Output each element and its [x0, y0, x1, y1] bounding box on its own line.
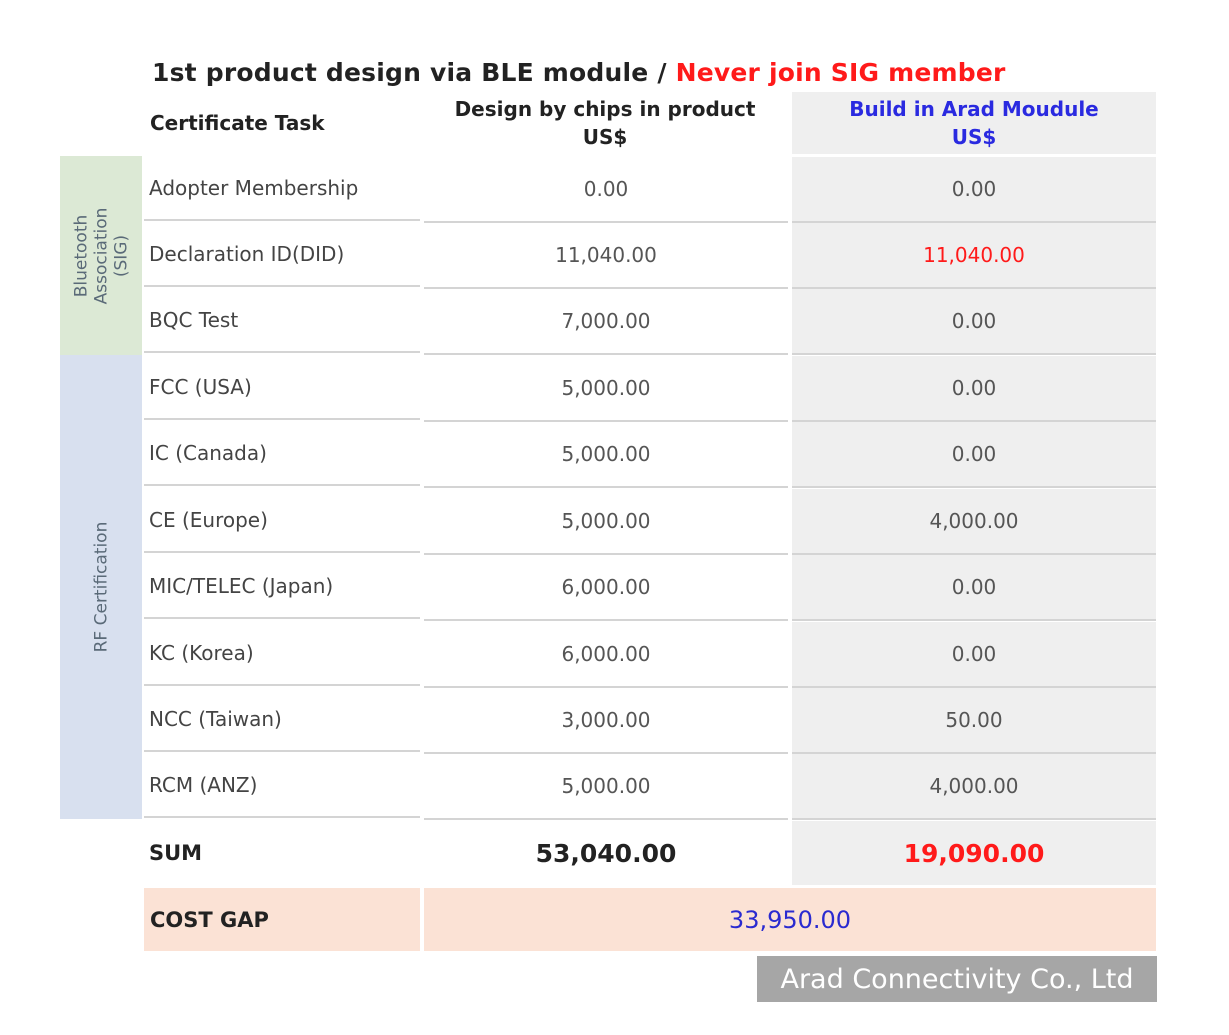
header-arad-label: Build in Arad Moudule — [849, 97, 1099, 121]
group-bluetooth-sig: Bluetooth Association (SIG) — [60, 156, 142, 355]
table-row: IC (Canada) 5,000.00 0.00 — [144, 422, 1156, 488]
arad-cost-cell: 0.00 — [792, 157, 1156, 223]
table-row: MIC/TELEC (Japan) 6,000.00 0.00 — [144, 555, 1156, 621]
group-rf-label: RF Certification — [91, 521, 111, 653]
title-main: 1st product design via BLE module — [152, 58, 649, 87]
arad-cost-cell: 4,000.00 — [792, 489, 1156, 555]
chip-cost-cell: 5,000.00 — [424, 754, 788, 820]
cost-gap-value: 33,950.00 — [424, 888, 1156, 951]
arad-cost-cell: 0.00 — [792, 356, 1156, 422]
table-row: RCM (ANZ) 5,000.00 4,000.00 — [144, 754, 1156, 820]
task-cell: KC (Korea) — [144, 622, 420, 686]
page-title: 1st product design via BLE module / Neve… — [152, 58, 1006, 87]
chip-cost-cell: 11,040.00 — [424, 223, 788, 289]
table-row: KC (Korea) 6,000.00 0.00 — [144, 622, 1156, 688]
sum-row: SUM 53,040.00 19,090.00 — [144, 821, 1156, 887]
chip-cost-cell: 5,000.00 — [424, 489, 788, 555]
task-cell: CE (Europe) — [144, 489, 420, 553]
table-row: BQC Test 7,000.00 0.00 — [144, 289, 1156, 355]
company-footer-badge: Arad Connectivity Co., Ltd — [757, 956, 1157, 1002]
arad-cost-cell: 0.00 — [792, 555, 1156, 621]
task-cell: NCC (Taiwan) — [144, 688, 420, 752]
chip-cost-cell: 5,000.00 — [424, 356, 788, 422]
cost-gap-label: COST GAP — [144, 888, 420, 951]
arad-cost-cell: 0.00 — [792, 422, 1156, 488]
task-cell: RCM (ANZ) — [144, 754, 420, 818]
header-chip-unit: US$ — [582, 125, 628, 149]
chip-cost-cell: 0.00 — [424, 157, 788, 223]
header-arad-module: Build in Arad Moudule US$ — [792, 92, 1156, 154]
group-rf-certification: RF Certification — [60, 355, 142, 819]
task-cell: BQC Test — [144, 289, 420, 353]
title-highlight: Never join SIG member — [675, 58, 1006, 87]
header-arad-unit: US$ — [951, 125, 997, 149]
title-separator: / — [657, 58, 667, 87]
header-design-by-chips: Design by chips in product US$ — [424, 92, 786, 154]
chip-cost-cell: 3,000.00 — [424, 688, 788, 754]
header-chip-label: Design by chips in product — [454, 97, 756, 121]
table-row: NCC (Taiwan) 3,000.00 50.00 — [144, 688, 1156, 754]
chip-cost-cell: 6,000.00 — [424, 622, 788, 688]
sum-chip-total: 53,040.00 — [535, 838, 677, 868]
task-cell: MIC/TELEC (Japan) — [144, 555, 420, 619]
chip-cost-cell: 5,000.00 — [424, 422, 788, 488]
table-row: CE (Europe) 5,000.00 4,000.00 — [144, 489, 1156, 555]
task-cell: Declaration ID(DID) — [144, 223, 420, 287]
header-certificate-task: Certificate Task — [150, 111, 325, 135]
chip-cost-cell: 7,000.00 — [424, 289, 788, 355]
arad-cost-cell: 0.00 — [792, 622, 1156, 688]
arad-cost-cell: 50.00 — [792, 688, 1156, 754]
table-row: Declaration ID(DID) 11,040.00 11,040.00 — [144, 223, 1156, 289]
sum-arad-total: 19,090.00 — [792, 821, 1156, 885]
group-bluetooth-label: Bluetooth Association (SIG) — [71, 207, 132, 304]
arad-cost-cell: 11,040.00 — [792, 223, 1156, 289]
arad-cost-cell: 0.00 — [792, 289, 1156, 355]
chip-cost-cell: 6,000.00 — [424, 555, 788, 621]
table-row: Adopter Membership 0.00 0.00 — [144, 157, 1156, 223]
table-row: FCC (USA) 5,000.00 0.00 — [144, 356, 1156, 422]
task-cell: IC (Canada) — [144, 422, 420, 486]
sum-label: SUM — [149, 841, 203, 865]
task-cell: FCC (USA) — [144, 356, 420, 420]
arad-cost-cell: 4,000.00 — [792, 754, 1156, 820]
task-cell: Adopter Membership — [144, 157, 420, 221]
